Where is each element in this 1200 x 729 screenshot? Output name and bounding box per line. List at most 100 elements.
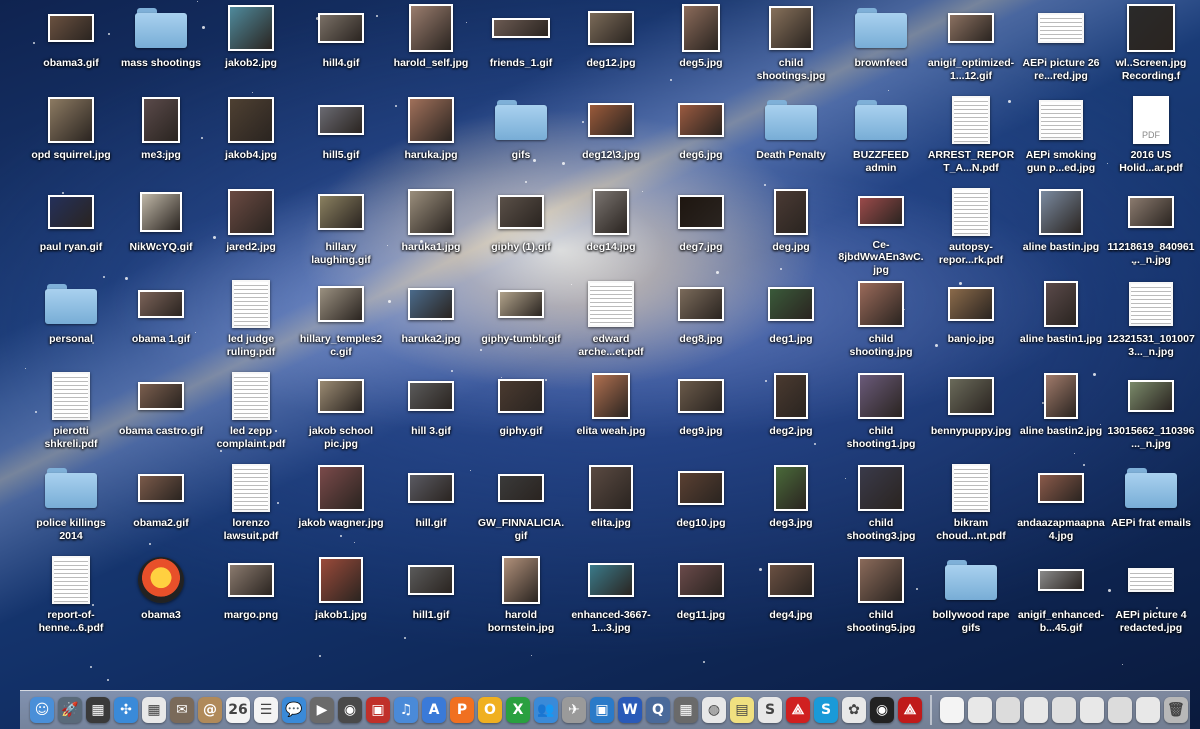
quicktime-icon[interactable]: Q [645,697,671,723]
desktop-item-image[interactable]: deg11.jpg [657,554,745,644]
window-minimized-5-icon[interactable] [1079,697,1105,723]
desktop-item-image[interactable]: hill5.gif [297,94,385,184]
desktop-item-folder[interactable]: mass shootings [117,2,205,92]
desktop-item-pdf[interactable]: report-of-henne...6.pdf [27,554,115,644]
desktop-item-image[interactable]: anigif_optimized-1...12.gif [927,2,1015,92]
reminders-icon[interactable]: ☰ [253,697,279,723]
desktop-item-image[interactable]: deg12\3.jpg [567,94,655,184]
obama3-app-icon[interactable]: ◉ [869,697,895,723]
chrome-icon[interactable]: ◍ [701,697,727,723]
desktop-item-image[interactable]: hill 3.gif [387,370,475,460]
outlook-icon[interactable]: O [477,697,503,723]
desktop-item-app[interactable]: obama3 [117,554,205,644]
photo-booth-icon[interactable]: ◉ [337,697,363,723]
desktop-item-pdf[interactable]: autopsy-repor...rk.pdf [927,186,1015,276]
calendar-icon[interactable]: 26 [225,697,251,723]
desktop-item-pdf[interactable]: AEPi smoking gun p...ed.jpg [1017,94,1105,184]
desktop-item-image[interactable]: deg6.jpg [657,94,745,184]
desktop-item-image[interactable]: margo.png [207,554,295,644]
acrobat-icon[interactable]: ⟁ [785,697,811,723]
terminal-icon[interactable]: ▦ [673,697,699,723]
desktop-item-folder[interactable]: Death Penalty [747,94,835,184]
desktop-item-pdf[interactable]: bikram choud...nt.pdf [927,462,1015,552]
desktop-item-image[interactable]: aline bastin1.jpg [1017,278,1105,368]
pinterest-icon[interactable]: P [449,697,475,723]
acrobat-reader-icon[interactable]: ⟁ [897,697,923,723]
desktop-item-image[interactable]: Ce-8jbdWwAEn3wC.jpg [837,186,925,276]
desktop-item-pdfgen[interactable]: PDF 2016 US Holid...ar.pdf [1107,94,1195,184]
document-stack-icon[interactable] [939,697,965,723]
desktop-item-pdf[interactable]: AEPi picture 26 re...red.jpg [1017,2,1105,92]
desktop-item-image[interactable]: deg4.jpg [747,554,835,644]
desktop-item-image[interactable]: jakob4.jpg [207,94,295,184]
window-minimized-3-icon[interactable] [1023,697,1049,723]
desktop-item-image[interactable]: deg.jpg [747,186,835,276]
desktop-item-image[interactable]: deg1.jpg [747,278,835,368]
desktop-item-image[interactable]: haruka2.jpg [387,278,475,368]
desktop-item-image[interactable]: haruka.jpg [387,94,475,184]
desktop-item-folder[interactable]: personal [27,278,115,368]
desktop-item-image[interactable]: deg8.jpg [657,278,745,368]
desktop-item-image[interactable]: 13015662_110396..._n.jpg [1107,370,1195,460]
desktop-item-image[interactable]: andaazapmaapna4.jpg [1017,462,1105,552]
desktop-item-image[interactable]: bennypuppy.jpg [927,370,1015,460]
desktop-item-image[interactable]: giphy-tumblr.gif [477,278,565,368]
desktop-item-image[interactable]: 11218619_840961..._n.jpg [1107,186,1195,276]
safari-icon[interactable]: ✣ [113,697,139,723]
window-minimized-6-icon[interactable] [1107,697,1133,723]
desktop-item-image[interactable]: hillary laughing.gif [297,186,385,276]
desktop-item-image[interactable]: obama2.gif [117,462,205,552]
mission-control-icon[interactable]: ▦ [85,697,111,723]
photos-icon[interactable]: ▣ [365,697,391,723]
desktop-item-image[interactable]: jakob1.jpg [297,554,385,644]
desktop-item-image[interactable]: obama 1.gif [117,278,205,368]
window-minimized-4-icon[interactable] [1051,697,1077,723]
desktop-item-image[interactable]: jakob2.jpg [207,2,295,92]
mail-icon[interactable]: ✉ [169,697,195,723]
desktop-item-pdf[interactable]: edward arche...et.pdf [567,278,655,368]
desktop-item-image[interactable]: deg9.jpg [657,370,745,460]
desktop-item-image[interactable]: obama3.gif [27,2,115,92]
desktop-item-pdf[interactable]: 12321531_1010073..._n.jpg [1107,278,1195,368]
desktop-item-image[interactable]: enhanced-3667-1...3.jpg [567,554,655,644]
desktop-item-image[interactable]: paul ryan.gif [27,186,115,276]
desktop-item-image[interactable]: elita.jpg [567,462,655,552]
photos-pinwheel-icon[interactable]: ✿ [841,697,867,723]
stickies-icon[interactable]: ▤ [729,697,755,723]
desktop-item-folder[interactable]: police killings 2014 [27,462,115,552]
desktop-item-image[interactable]: jakob school pic.jpg [297,370,385,460]
desktop-item-image[interactable]: giphy (1).gif [477,186,565,276]
desktop-item-image[interactable]: anigif_enhanced-b...45.gif [1017,554,1105,644]
desktop-item-image[interactable]: child shootings.jpg [747,2,835,92]
desktop-item-image[interactable]: harold_self.jpg [387,2,475,92]
desktop-item-image[interactable]: aline bastin2.jpg [1017,370,1105,460]
desktop-item-pdf[interactable]: pierotti shkreli.pdf [27,370,115,460]
desktop-item-image[interactable]: deg10.jpg [657,462,745,552]
desktop-item-image[interactable]: deg7.jpg [657,186,745,276]
messages-icon[interactable]: 💬 [281,697,307,723]
desktop-item-image[interactable]: child shooting5.jpg [837,554,925,644]
desktop-item-image[interactable]: banjo.jpg [927,278,1015,368]
desktop-item-image[interactable]: child shooting1.jpg [837,370,925,460]
desktop-item-pdf[interactable]: ARREST_REPORT_A...N.pdf [927,94,1015,184]
desktop-item-folder[interactable]: BUZZFEED admin [837,94,925,184]
desktop-item-image[interactable]: deg3.jpg [747,462,835,552]
desktop-item-image[interactable]: haruka1.jpg [387,186,475,276]
desktop-item-image[interactable]: aline bastin.jpg [1017,186,1105,276]
monitor-icon[interactable]: ▣ [589,697,615,723]
satellite-icon[interactable]: ✈ [561,697,587,723]
desktop-item-image[interactable]: jared2.jpg [207,186,295,276]
desktop-item-folder[interactable]: brownfeed [837,2,925,92]
desktop-item-image[interactable]: jakob wagner.jpg [297,462,385,552]
desktop-item-image[interactable]: elita weah.jpg [567,370,655,460]
desktop-item-image[interactable]: hill4.gif [297,2,385,92]
people-icon[interactable]: 👥 [533,697,559,723]
desktop-item-pdf[interactable]: lorenzo lawsuit.pdf [207,462,295,552]
desktop-item-image[interactable]: deg2.jpg [747,370,835,460]
desktop-item-pdf[interactable]: AEPi picture 4 redacted.jpg [1107,554,1195,644]
desktop-item-folder[interactable]: bollywood rape gifs [927,554,1015,644]
desktop-item-image[interactable]: me3.jpg [117,94,205,184]
desktop-item-image[interactable]: friends_1.gif [477,2,565,92]
itunes-icon[interactable]: ♫ [393,697,419,723]
desktop-item-folder[interactable]: AEPi frat emails [1107,462,1195,552]
